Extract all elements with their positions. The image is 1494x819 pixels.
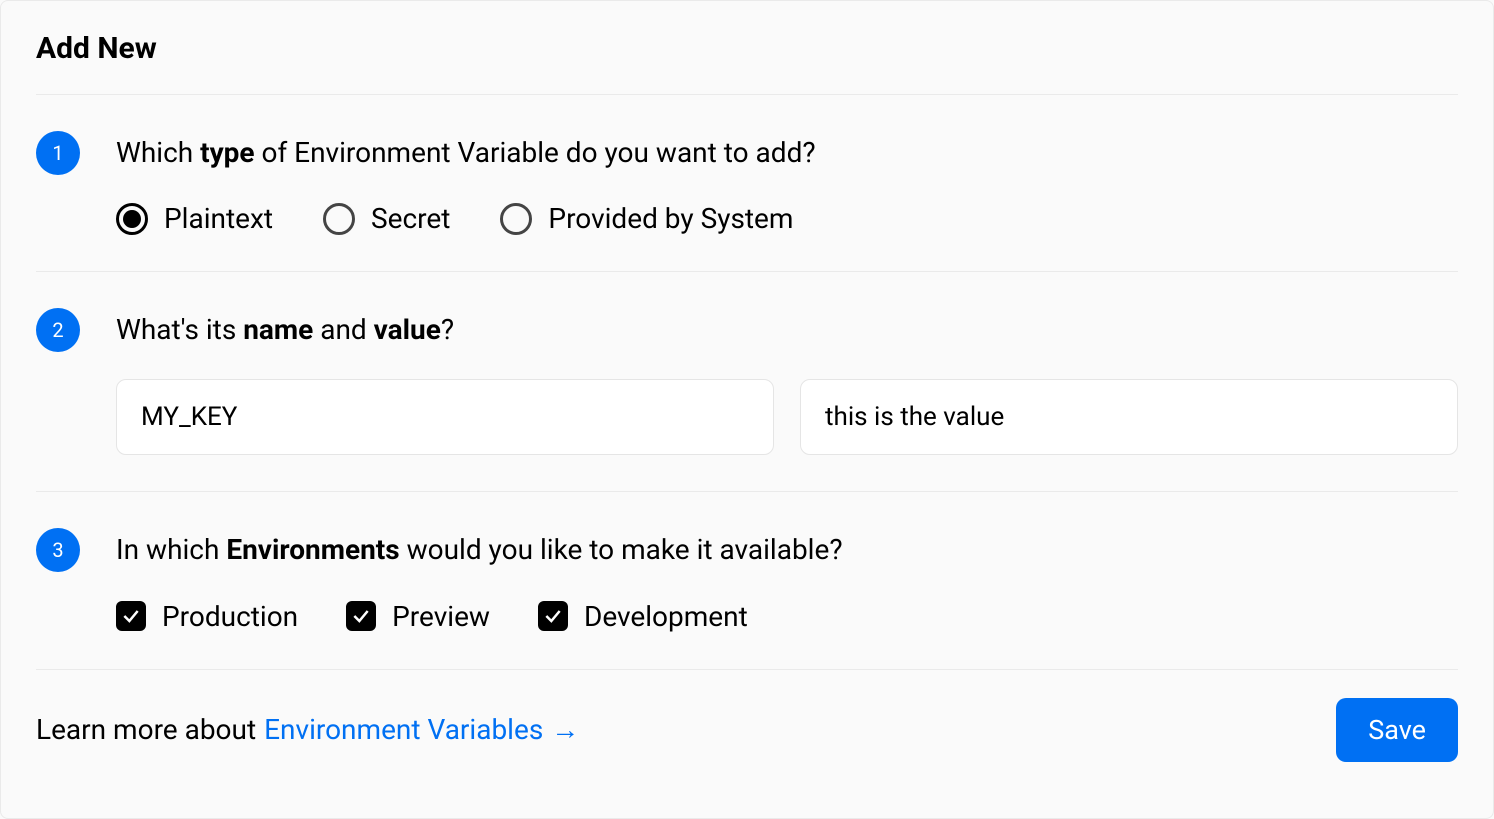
check-icon <box>346 601 376 631</box>
step-1-question: Which type of Environment Variable do yo… <box>116 133 1458 172</box>
step-type: 1 Which type of Environment Variable do … <box>36 95 1458 272</box>
checkbox-development[interactable]: Development <box>538 600 748 633</box>
learn-more-link[interactable]: Environment Variables → <box>264 713 579 746</box>
radio-label: Plaintext <box>164 202 273 235</box>
step-number: 2 <box>52 318 63 342</box>
step-badge-3: 3 <box>36 528 80 572</box>
radio-icon <box>116 203 148 235</box>
arrow-right-icon: → <box>551 713 579 746</box>
checkbox-preview[interactable]: Preview <box>346 600 490 633</box>
radio-icon <box>500 203 532 235</box>
step-badge-1: 1 <box>36 131 80 175</box>
step-number: 3 <box>52 538 63 562</box>
radio-label: Provided by System <box>548 202 793 235</box>
card-title: Add New <box>36 31 1458 66</box>
radio-icon <box>323 203 355 235</box>
type-radio-group: Plaintext Secret Provided by System <box>116 202 1458 235</box>
radio-provided-by-system[interactable]: Provided by System <box>500 202 793 235</box>
step-number: 1 <box>52 141 63 165</box>
add-env-var-card: Add New 1 Which type of Environment Vari… <box>0 0 1494 819</box>
step-environments: 3 In which Environments would you like t… <box>36 492 1458 669</box>
checkbox-production[interactable]: Production <box>116 600 298 633</box>
step-badge-2: 2 <box>36 308 80 352</box>
step-2-question: What's its name and value? <box>116 310 1458 349</box>
step-name-value: 2 What's its name and value? <box>36 272 1458 492</box>
checkbox-label: Preview <box>392 600 490 633</box>
check-icon <box>538 601 568 631</box>
radio-secret[interactable]: Secret <box>323 202 450 235</box>
checkbox-label: Development <box>584 600 748 633</box>
radio-label: Secret <box>371 202 450 235</box>
radio-plaintext[interactable]: Plaintext <box>116 202 273 235</box>
name-input[interactable] <box>116 379 774 455</box>
value-input[interactable] <box>800 379 1458 455</box>
save-button[interactable]: Save <box>1336 698 1458 762</box>
checkbox-label: Production <box>162 600 298 633</box>
card-footer: Learn more about Environment Variables →… <box>1 670 1493 796</box>
step-3-question: In which Environments would you like to … <box>116 530 1458 569</box>
environments-checkbox-group: Production Preview Development <box>116 600 1458 633</box>
check-icon <box>116 601 146 631</box>
card-header: Add New <box>36 1 1458 95</box>
learn-more-text: Learn more about Environment Variables → <box>36 713 579 746</box>
